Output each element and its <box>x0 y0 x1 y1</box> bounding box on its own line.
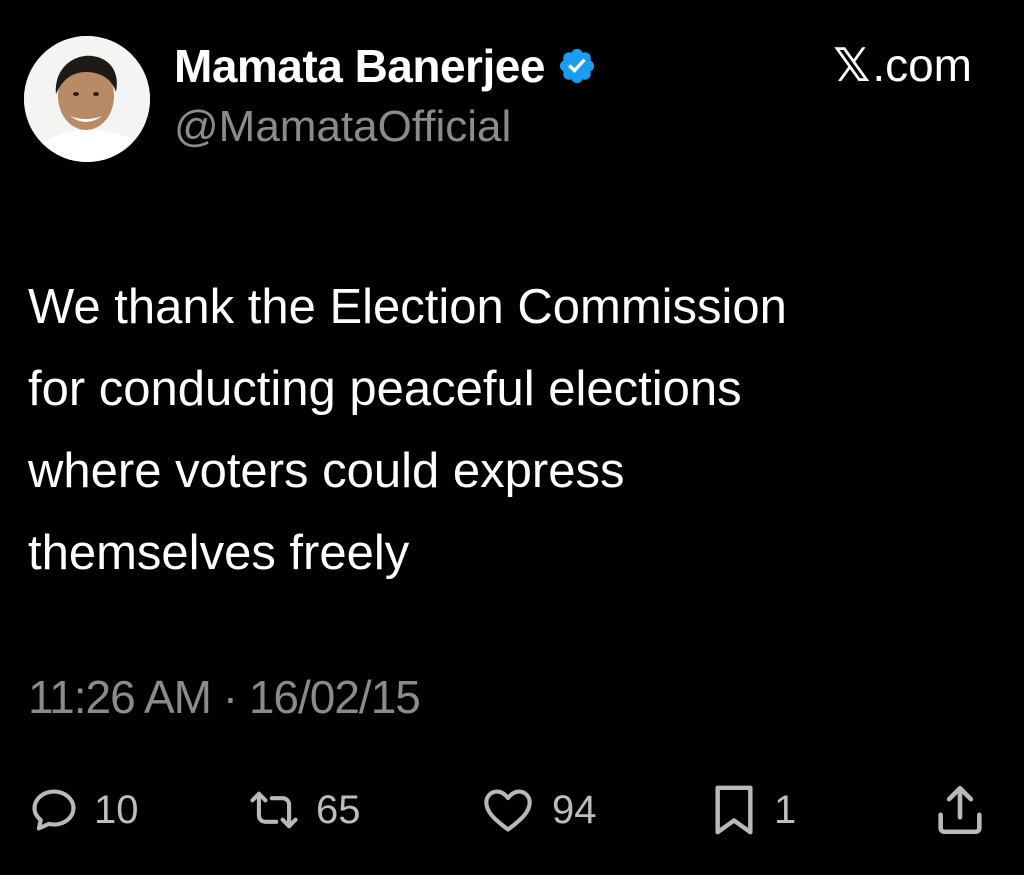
heart-icon <box>484 789 532 832</box>
tweet-text-line: where voters could express <box>28 444 625 498</box>
tweet-timestamp[interactable]: 11:26 AM · 16/02/15 <box>28 670 421 724</box>
like-button[interactable]: 94 <box>478 780 597 840</box>
user-handle[interactable]: @MamataOfficial <box>174 102 597 152</box>
reply-count: 10 <box>94 787 139 832</box>
author-block: Mamata Banerjee @MamataOfficial <box>174 36 597 152</box>
tweet-text: We thank the Election Commission for con… <box>28 266 988 594</box>
avatar[interactable] <box>24 36 150 162</box>
avatar-image <box>24 36 150 162</box>
action-bar: 10 65 94 1 <box>0 780 1024 840</box>
tweet-text-line: for conducting peaceful elections <box>28 362 742 416</box>
name-row: Mamata Banerjee <box>174 36 597 96</box>
verified-badge-icon <box>557 46 597 86</box>
reply-icon <box>32 789 76 831</box>
bookmark-icon <box>715 785 753 835</box>
tweet-text-line: We thank the Election Commission <box>28 280 787 334</box>
share-button[interactable] <box>930 780 990 840</box>
tweet-card: Mamata Banerjee @MamataOfficial 𝕏 .com W… <box>0 0 1024 875</box>
brand-logo: 𝕏 .com <box>833 38 972 92</box>
brand-label: .com <box>872 39 972 91</box>
reply-button[interactable]: 10 <box>28 780 139 840</box>
bookmark-count: 1 <box>774 787 797 832</box>
share-icon <box>938 785 982 835</box>
retweet-count: 65 <box>316 787 361 832</box>
x-logo-icon: 𝕏 <box>833 38 871 92</box>
retweet-icon <box>250 791 298 829</box>
display-name[interactable]: Mamata Banerjee <box>174 39 545 93</box>
retweet-button[interactable]: 65 <box>246 780 361 840</box>
tweet-text-line: themselves freely <box>28 526 410 580</box>
bookmark-button[interactable]: 1 <box>708 780 796 840</box>
like-count: 94 <box>552 787 597 832</box>
